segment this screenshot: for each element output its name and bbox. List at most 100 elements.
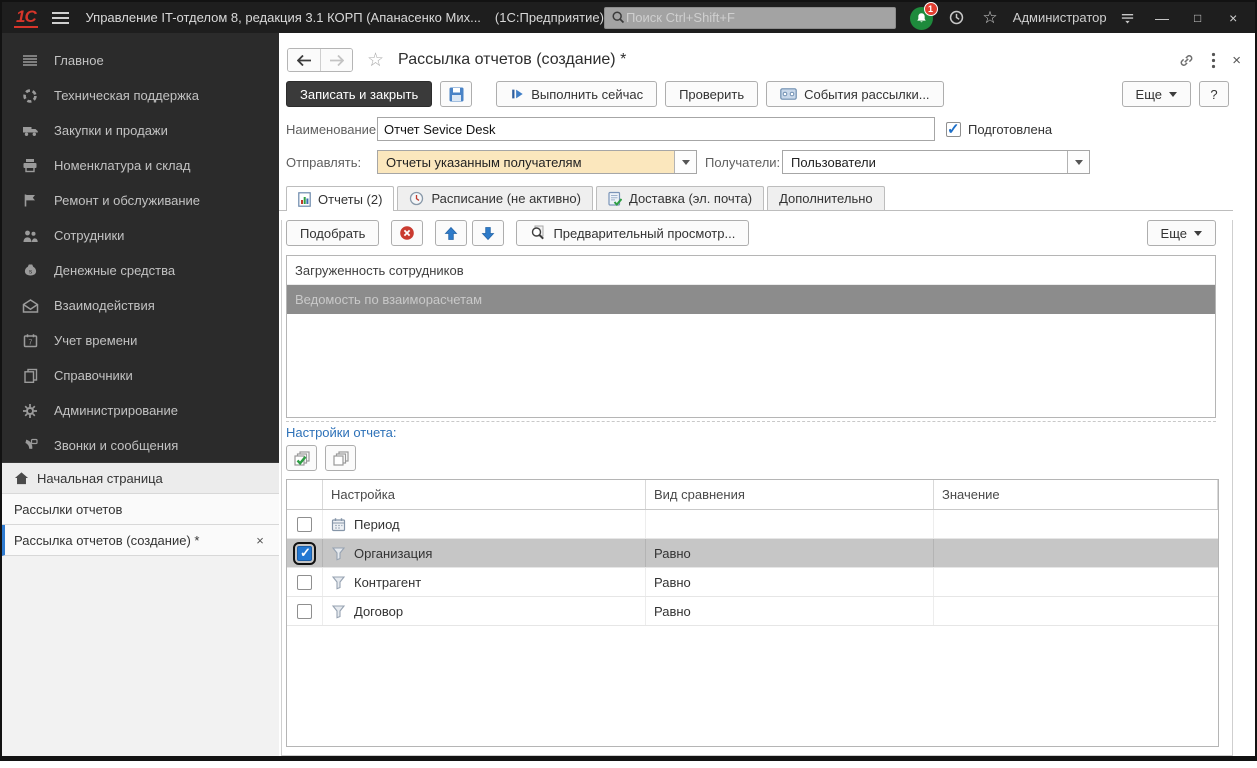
1c-logo: 1С (14, 8, 38, 28)
history-button[interactable] (944, 6, 970, 30)
sidebar-item-label: Сотрудники (54, 228, 124, 243)
save-button[interactable] (440, 81, 472, 107)
uncheck-all-button[interactable] (325, 445, 356, 471)
prepared-checkbox[interactable]: Подготовлена (946, 122, 1052, 137)
send-label: Отправлять: (286, 155, 377, 170)
report-list-item[interactable]: Загруженность сотрудников (287, 256, 1215, 285)
tab-additional[interactable]: Дополнительно (767, 186, 885, 210)
row-checkbox[interactable] (297, 604, 312, 619)
run-now-button[interactable]: Выполнить сейчас (496, 81, 657, 107)
reports-more-button[interactable]: Еще (1147, 220, 1216, 246)
column-header-comparison[interactable]: Вид сравнения (646, 480, 934, 509)
row-checkbox[interactable] (297, 517, 312, 532)
back-button[interactable] (288, 49, 320, 71)
check-all-button[interactable] (286, 445, 317, 471)
forward-button[interactable] (320, 49, 352, 71)
move-up-button[interactable] (435, 220, 467, 246)
sidebar-item-tech-support[interactable]: Техническая поддержка (2, 78, 279, 113)
sidebar-item-home-page[interactable]: Начальная страница (2, 463, 279, 494)
close-window-button[interactable]: × (1219, 6, 1247, 30)
link-icon[interactable] (1178, 52, 1195, 69)
move-down-button[interactable] (472, 220, 504, 246)
printer-box-icon (20, 158, 40, 174)
truck-icon (20, 123, 40, 139)
sidebar-item-report-mailings[interactable]: Рассылки отчетов (2, 494, 279, 525)
sidebar-item-time-tracking[interactable]: 7 Учет времени (2, 323, 279, 358)
sidebar-item-label: Ремонт и обслуживание (54, 193, 200, 208)
notifications-button[interactable]: 1 (910, 5, 936, 31)
sidebar-item-label: Справочники (54, 368, 133, 383)
menu-lines-icon (20, 53, 40, 69)
value-cell (934, 539, 1218, 567)
save-floppy-icon (448, 86, 465, 103)
sidebar-item-calls-messages[interactable]: Звонки и сообщения (2, 428, 279, 463)
title-bar: 1С Управление IT-отделом 8, редакция 3.1… (2, 2, 1255, 33)
favorite-star-icon[interactable]: ☆ (367, 49, 384, 72)
delete-red-icon (399, 225, 415, 241)
service-menu-button[interactable] (1115, 6, 1141, 30)
report-settings-link[interactable]: Настройки отчета: (286, 425, 1216, 442)
recipients-combo-value: Пользователи (783, 151, 1067, 173)
sidebar-item-employees[interactable]: Сотрудники (2, 218, 279, 253)
close-tab-icon[interactable]: × (251, 533, 269, 548)
delete-button[interactable] (391, 220, 423, 246)
close-icon: × (1229, 10, 1237, 26)
sidebar-item-nomenclature[interactable]: Номенклатура и склад (2, 148, 279, 183)
table-row-contract[interactable]: Договор Равно (287, 597, 1218, 626)
sidebar-item-administration[interactable]: Администрирование (2, 393, 279, 428)
mailing-events-button[interactable]: События рассылки... (766, 81, 943, 107)
main-menu-icon[interactable] (52, 12, 70, 24)
save-and-close-button[interactable]: Записать и закрыть (286, 81, 432, 107)
report-list-item-selected[interactable]: Ведомость по взаиморасчетам (287, 285, 1215, 314)
comparison-value: Равно (646, 539, 934, 567)
check-button[interactable]: Проверить (665, 81, 758, 107)
table-row-organization[interactable]: Организация Равно (287, 539, 1218, 568)
column-header-setting[interactable]: Настройка (323, 480, 646, 509)
close-form-icon[interactable]: × (1232, 52, 1241, 69)
table-row-period[interactable]: Период (287, 510, 1218, 539)
current-user[interactable]: Администратор (1013, 10, 1107, 25)
run-now-icon (510, 87, 524, 101)
minimize-button[interactable]: — (1148, 6, 1176, 30)
sidebar-item-interactions[interactable]: Взаимодействия (2, 288, 279, 323)
sidebar-item-label: Техническая поддержка (54, 88, 199, 103)
splitter-handle[interactable] (286, 421, 1216, 422)
sidebar-item-label: Главное (54, 53, 104, 68)
tab-delivery[interactable]: Доставка (эл. почта) (596, 186, 764, 210)
send-combo[interactable]: Отчеты указанным получателям (377, 150, 697, 174)
maximize-icon: □ (1194, 11, 1201, 25)
sidebar-item-label: Администрирование (54, 403, 178, 418)
sidebar-item-repair-service[interactable]: Ремонт и обслуживание (2, 183, 279, 218)
sidebar-item-catalogs[interactable]: Справочники (2, 358, 279, 393)
table-empty-area (287, 626, 1218, 746)
more-kebab-icon[interactable] (1211, 52, 1216, 69)
column-header-value[interactable]: Значение (934, 480, 1218, 509)
pick-button[interactable]: Подобрать (286, 220, 379, 246)
svg-text:7: 7 (28, 340, 32, 347)
sidebar-item-main[interactable]: Главное (2, 43, 279, 78)
form-area: ☆ Рассылка отчетов (создание) * × Записа… (279, 33, 1255, 756)
tab-reports[interactable]: Отчеты (2) (286, 186, 394, 211)
recipients-combo[interactable]: Пользователи (782, 150, 1090, 174)
global-search[interactable] (604, 7, 896, 29)
recipients-label: Получатели: (705, 155, 782, 170)
more-button[interactable]: Еще (1122, 81, 1191, 107)
row-checkbox[interactable] (297, 575, 312, 590)
books-icon (20, 368, 40, 384)
name-input[interactable] (377, 117, 935, 141)
dropdown-arrow-icon[interactable] (674, 151, 696, 173)
dropdown-arrow-icon[interactable] (1067, 151, 1089, 173)
tab-schedule[interactable]: Расписание (не активно) (397, 186, 593, 210)
settings-table: Настройка Вид сравнения Значение Период (286, 479, 1219, 747)
sidebar-item-report-mailing-new[interactable]: Рассылка отчетов (создание) * × (2, 525, 279, 556)
favorites-button[interactable]: ☆ (977, 6, 1003, 30)
search-input[interactable] (626, 10, 876, 25)
row-checkbox-checked[interactable] (297, 546, 312, 561)
preview-button[interactable]: Предварительный просмотр... (516, 220, 749, 246)
sidebar-item-money[interactable]: s Денежные средства (2, 253, 279, 288)
table-row-counterparty[interactable]: Контрагент Равно (287, 568, 1218, 597)
sidebar-item-label: Звонки и сообщения (54, 438, 178, 453)
sidebar-item-purchases-sales[interactable]: Закупки и продажи (2, 113, 279, 148)
help-button[interactable]: ? (1199, 81, 1229, 107)
maximize-button[interactable]: □ (1184, 6, 1212, 30)
